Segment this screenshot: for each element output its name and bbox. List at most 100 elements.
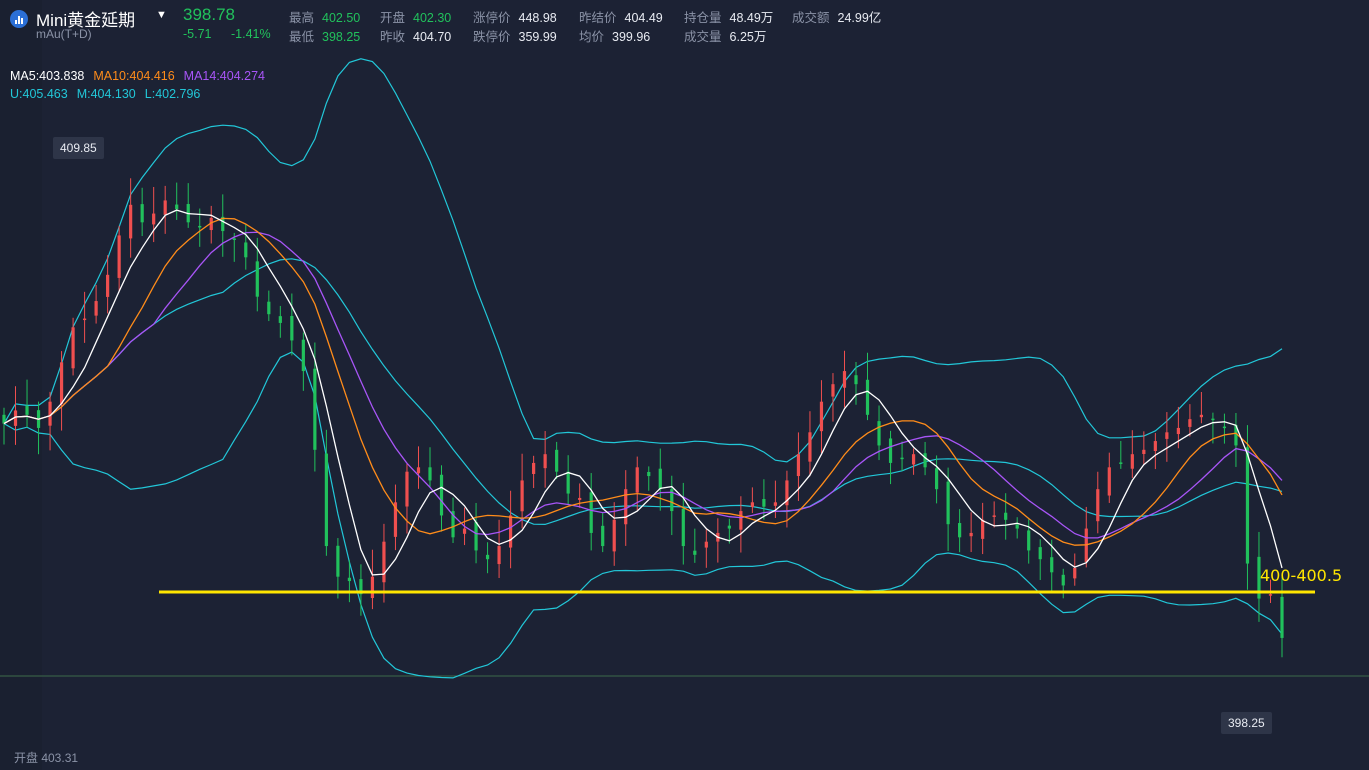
candle-body bbox=[543, 454, 547, 469]
candle-body bbox=[762, 499, 766, 507]
candle-body bbox=[71, 327, 75, 369]
price-change: -5.71 bbox=[183, 27, 212, 41]
support-annotation: 400-400.5 bbox=[1260, 566, 1343, 585]
candle-body bbox=[497, 546, 501, 565]
boll-lower-line bbox=[3, 351, 1283, 679]
candle-body bbox=[578, 497, 582, 500]
candle-body bbox=[727, 525, 731, 529]
ma5-label: MA5:403.838 bbox=[10, 69, 85, 83]
ma14-line bbox=[3, 231, 1283, 539]
candle-body bbox=[865, 379, 870, 415]
candle-body bbox=[1153, 441, 1157, 452]
candle-body bbox=[958, 523, 962, 538]
candle-body bbox=[416, 467, 421, 474]
candle-body bbox=[877, 421, 881, 446]
low-price-flag: 398.25 bbox=[1221, 712, 1272, 734]
candle-body bbox=[555, 449, 559, 472]
candle-body bbox=[831, 384, 835, 397]
quote-limit-down: 跌停价 359.99 bbox=[473, 30, 557, 44]
candle-body bbox=[278, 316, 282, 323]
candle-body bbox=[152, 213, 156, 225]
candle-body bbox=[94, 301, 98, 316]
candle-body bbox=[255, 261, 259, 297]
quote-turnover: 成交额 24.99亿 bbox=[792, 11, 882, 25]
left-shade-band bbox=[0, 0, 42, 770]
high-price-flag: 409.85 bbox=[53, 137, 104, 159]
candle-body bbox=[1130, 454, 1134, 469]
candle-body bbox=[1073, 567, 1077, 579]
candle-body bbox=[1004, 512, 1008, 520]
instrument-code: mAu(T+D) bbox=[36, 27, 92, 41]
candle-body bbox=[82, 318, 87, 321]
candle-body bbox=[1222, 426, 1227, 429]
candle-body bbox=[301, 339, 305, 372]
candle-body bbox=[1050, 557, 1054, 573]
boll-mid-label: M:404.130 bbox=[76, 87, 136, 101]
candle-body bbox=[198, 225, 202, 228]
candle-body bbox=[244, 242, 248, 258]
quote-header: Mini黄金延期 ▼ mAu(T+D) 398.78 -5.71 -1.41% … bbox=[0, 0, 1369, 48]
candle-body bbox=[1176, 427, 1180, 435]
candle-body bbox=[1188, 419, 1192, 427]
candle-body bbox=[428, 467, 432, 481]
candle-body bbox=[232, 238, 236, 240]
candle-body bbox=[934, 468, 939, 490]
quote-limit-up: 涨停价 448.98 bbox=[473, 11, 557, 25]
ma10-label: MA10:404.416 bbox=[93, 69, 175, 83]
candle-body bbox=[163, 200, 167, 215]
quote-avg-price: 均价 399.96 bbox=[579, 30, 651, 44]
boll-lower-label: L:402.796 bbox=[144, 87, 201, 101]
chevron-down-icon[interactable]: ▼ bbox=[156, 9, 167, 21]
candle-body bbox=[1061, 574, 1065, 586]
candle-body bbox=[370, 576, 375, 599]
candle-body bbox=[1038, 547, 1042, 560]
candle-body bbox=[911, 454, 916, 465]
candle-body bbox=[681, 508, 685, 547]
candle-body bbox=[267, 301, 271, 315]
candle-body bbox=[992, 515, 996, 517]
candle-body bbox=[566, 471, 570, 494]
candle-body bbox=[1245, 447, 1250, 564]
ma-legend: MA5:403.838 MA10:404.416 MA14:404.274 bbox=[10, 69, 274, 83]
quote-open-interest: 持仓量 48.49万 bbox=[684, 11, 774, 25]
candle-body bbox=[59, 362, 64, 404]
ma14-label: MA14:404.274 bbox=[183, 69, 265, 83]
candle-body bbox=[888, 438, 893, 463]
candle-body bbox=[439, 474, 444, 516]
ma10-line bbox=[3, 217, 1283, 546]
candle-body bbox=[140, 204, 144, 223]
candle-body bbox=[981, 519, 985, 539]
candle-body bbox=[1199, 414, 1204, 418]
boll-upper-label: U:405.463 bbox=[10, 87, 68, 101]
candle-body bbox=[1142, 449, 1146, 454]
candle-body bbox=[474, 521, 478, 551]
candle-body bbox=[750, 502, 754, 508]
bar-chart-icon[interactable] bbox=[10, 10, 28, 28]
candle-body bbox=[532, 462, 536, 474]
bollinger-bands bbox=[3, 58, 1283, 679]
candle-body bbox=[485, 554, 490, 560]
candle-body bbox=[819, 401, 824, 432]
candle-body bbox=[1280, 596, 1284, 638]
candle-body bbox=[520, 480, 524, 512]
candle-body bbox=[1119, 462, 1123, 464]
price-change-pct: -1.41% bbox=[231, 27, 271, 41]
candle-body bbox=[462, 528, 467, 534]
candle-body bbox=[508, 515, 513, 548]
candle-body bbox=[658, 468, 662, 490]
last-price: 398.78 bbox=[183, 5, 235, 24]
candle-body bbox=[601, 525, 605, 547]
candle-body bbox=[589, 492, 593, 533]
candle-body bbox=[117, 235, 121, 278]
price-chart[interactable] bbox=[0, 0, 1369, 770]
quote-low: 最低 398.25 bbox=[289, 30, 361, 44]
candle-body bbox=[1027, 530, 1031, 551]
candle-body bbox=[900, 457, 904, 460]
candle-body bbox=[175, 204, 179, 210]
open-reference-label: 开盘 403.31 bbox=[14, 751, 79, 765]
candle-body bbox=[405, 471, 409, 507]
candle-body bbox=[347, 577, 352, 582]
candle-body bbox=[1107, 467, 1111, 496]
candle-body bbox=[854, 375, 858, 385]
candle-body bbox=[1165, 432, 1169, 439]
